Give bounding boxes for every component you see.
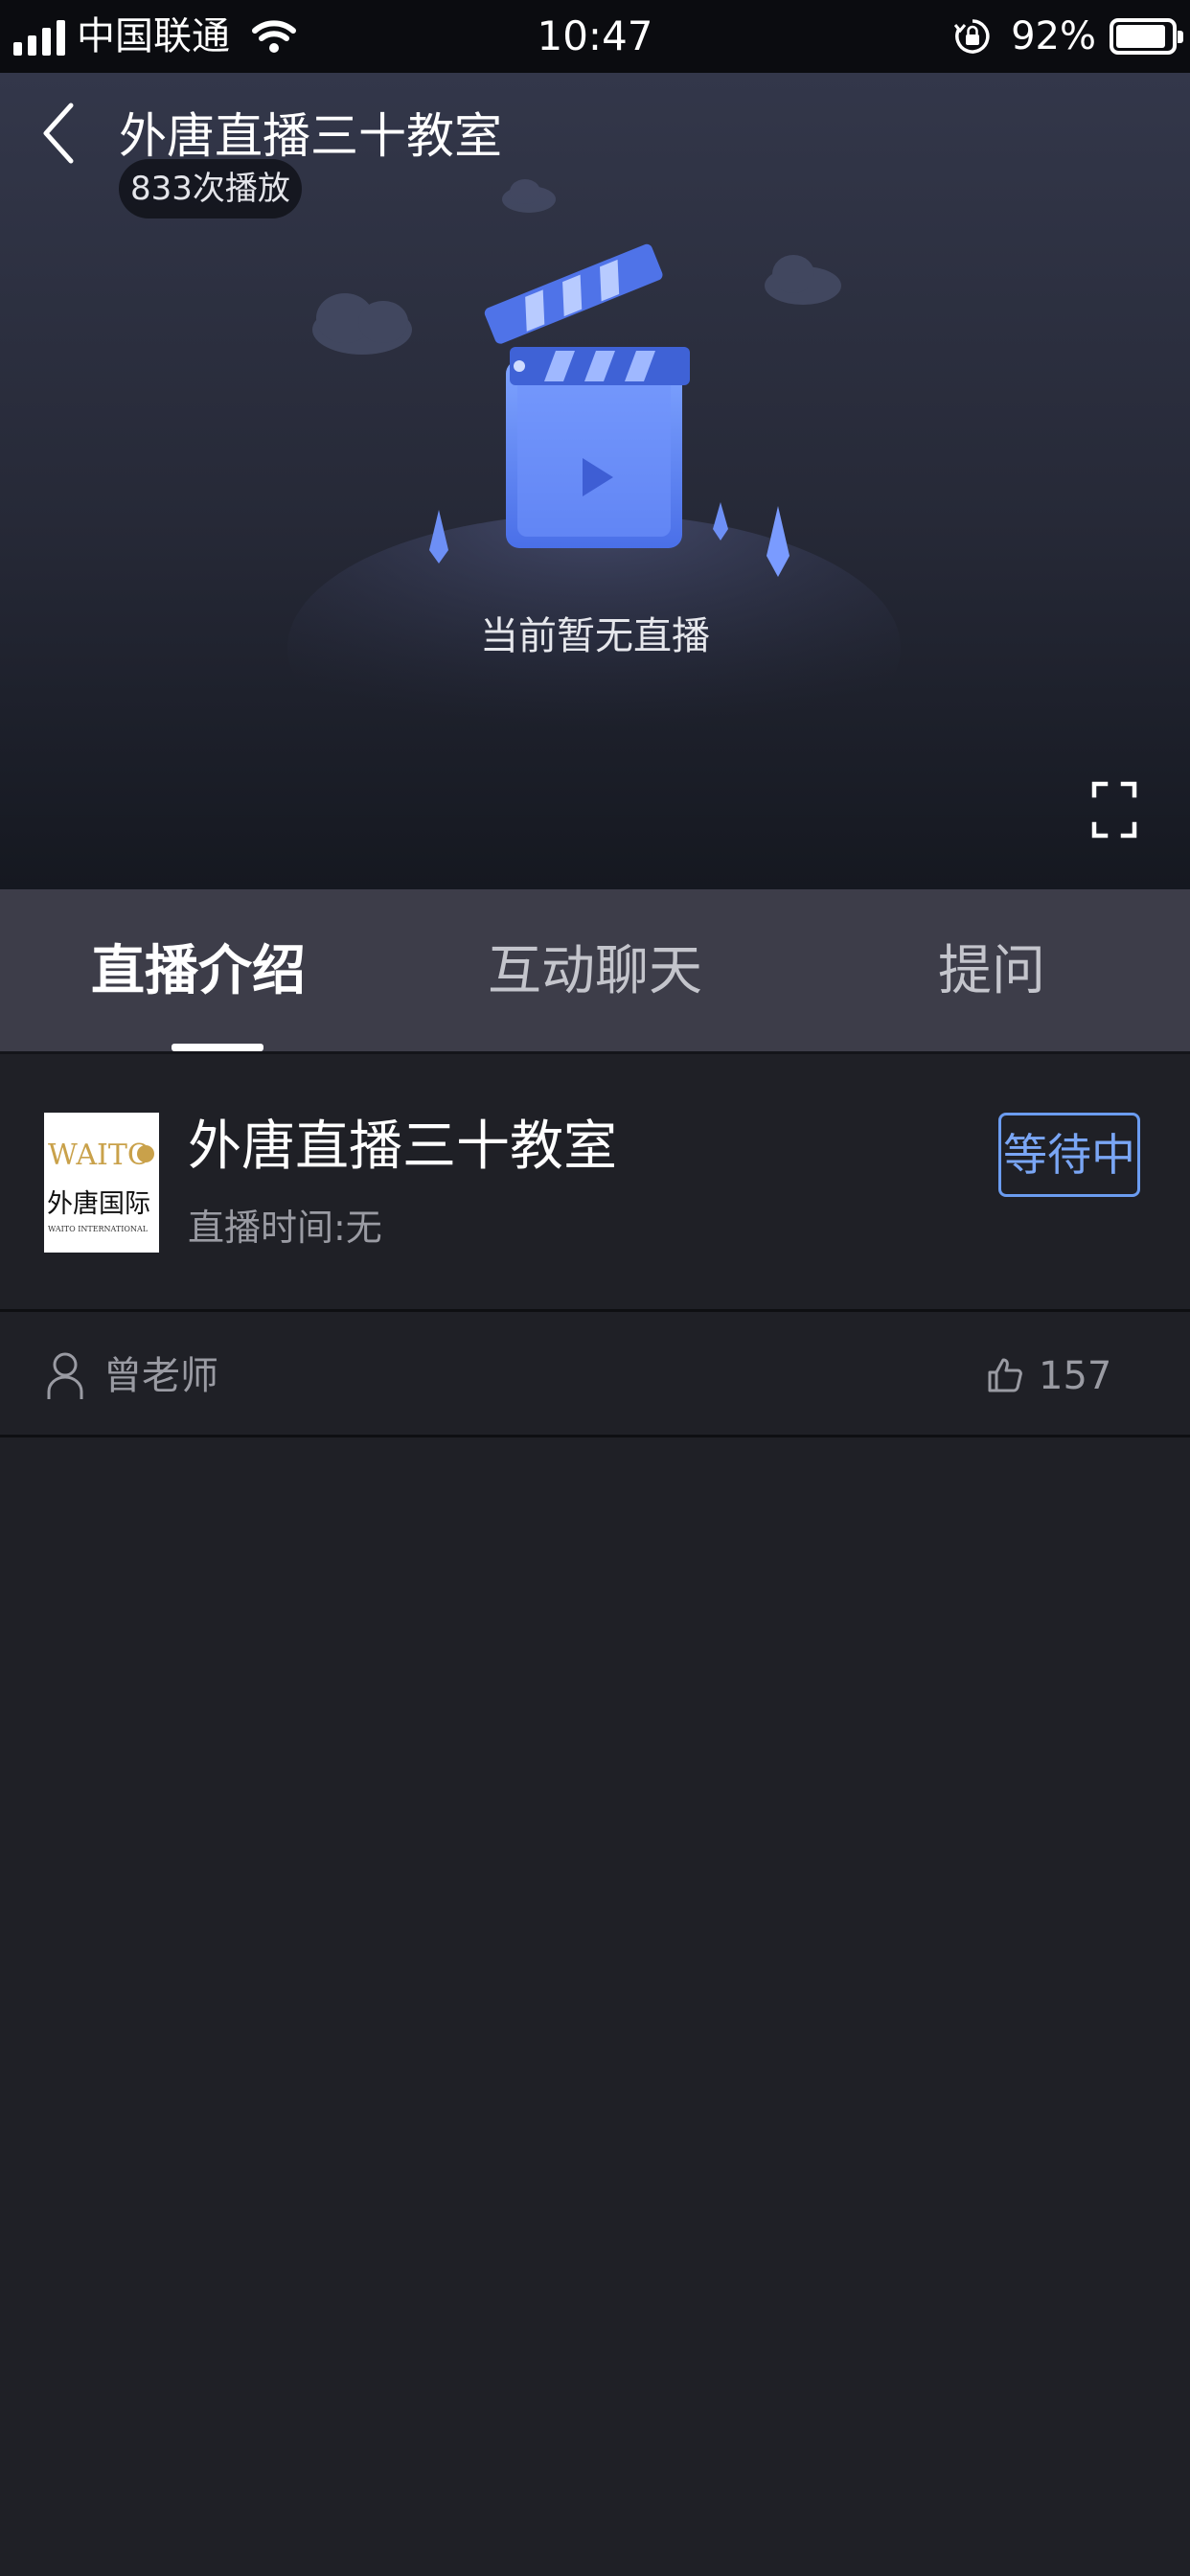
fullscreen-icon[interactable] xyxy=(1090,780,1138,840)
tab-active-indicator xyxy=(172,1044,263,1051)
battery-percent: 92% xyxy=(1011,14,1096,58)
tab-label: 提问 xyxy=(938,940,1045,1002)
video-player[interactable]: 外唐直播三十教室 833次播放 当前暂无直播 xyxy=(0,73,1190,889)
teacher-name: 曾老师 xyxy=(103,1354,218,1398)
play-count: 833次播放 xyxy=(119,159,302,218)
status-bar-right: 92% xyxy=(953,14,1183,58)
thumbs-up-icon[interactable] xyxy=(987,1357,1023,1393)
clapperboard-icon xyxy=(484,243,690,548)
svg-text:WAITO INTERNATIONAL: WAITO INTERNATIONAL xyxy=(48,1225,149,1233)
tab-label: 直播介绍 xyxy=(91,940,306,1002)
tab-interactive-chat[interactable]: 互动聊天 xyxy=(397,889,793,1051)
tab-label: 互动聊天 xyxy=(488,940,702,1002)
live-time: 直播时间:无 xyxy=(188,1207,382,1249)
like-count[interactable]: 157 xyxy=(1039,1344,1111,1409)
status-badge: 等待中 xyxy=(998,1113,1140,1197)
svg-text:外唐国际: 外唐国际 xyxy=(47,1189,150,1219)
teacher-row: 曾老师 157 xyxy=(0,1315,1190,1438)
status-bar: 中国联通 10:47 92% xyxy=(0,0,1190,73)
empty-message: 当前暂无直播 xyxy=(480,614,710,658)
live-title: 外唐直播三十教室 xyxy=(188,1116,617,1178)
tab-bar: 直播介绍 互动聊天 提问 xyxy=(0,889,1190,1054)
person-icon xyxy=(47,1352,83,1399)
content-area xyxy=(0,1440,1190,2576)
svg-text:WAITO: WAITO xyxy=(48,1138,150,1172)
rotation-lock-icon xyxy=(953,19,990,54)
waito-logo: WAITO 外唐国际 WAITO INTERNATIONAL xyxy=(44,1113,159,1253)
tab-live-intro[interactable]: 直播介绍 xyxy=(0,889,397,1051)
back-icon[interactable] xyxy=(36,98,84,169)
tab-questions[interactable]: 提问 xyxy=(793,889,1190,1051)
battery-fill xyxy=(1116,25,1166,48)
live-info-card: WAITO 外唐国际 WAITO INTERNATIONAL 外唐直播三十教室 … xyxy=(0,1057,1190,1312)
battery-icon xyxy=(1110,18,1183,55)
